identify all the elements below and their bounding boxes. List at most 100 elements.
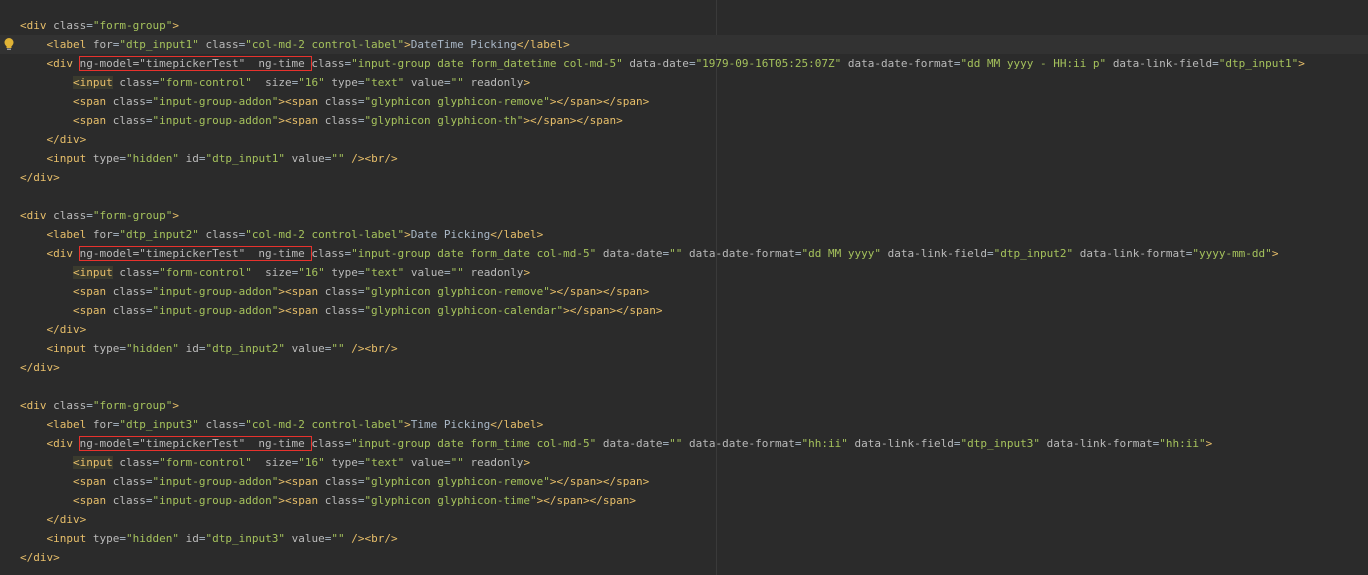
code-token: type	[92, 152, 120, 165]
code-token: class	[112, 475, 146, 488]
highlighted-attribute-box: ng-model="timepickerTest" ng-time	[78, 56, 313, 71]
lightbulb-icon[interactable]	[3, 37, 15, 52]
code-token: =	[953, 437, 961, 450]
code-token: type	[331, 266, 358, 279]
code-editor[interactable]: <div class="form-group"> <label for="dtp…	[0, 0, 1368, 575]
code-line[interactable]: <span class="input-group-addon"><span cl…	[0, 472, 1368, 491]
code-line-text: <span class="input-group-addon"><span cl…	[20, 111, 623, 130]
code-token: ""	[331, 342, 345, 355]
code-token: "input-group date form_time col-md-5"	[351, 437, 597, 450]
code-token: ></span></span>	[523, 114, 623, 127]
code-line-text: <input class="form-control" size="16" ty…	[20, 453, 530, 472]
code-line[interactable]: <div class="form-group">	[0, 206, 1368, 225]
code-line[interactable]: <span class="input-group-addon"><span cl…	[0, 92, 1368, 111]
code-line[interactable]: <input class="form-control" size="16" ty…	[0, 73, 1368, 92]
code-token: "16"	[298, 266, 325, 279]
code-line[interactable]: </div>	[0, 168, 1368, 187]
code-token: =	[794, 437, 802, 450]
code-token: "input-group-addon"	[152, 114, 279, 127]
code-token: <span	[72, 285, 113, 298]
code-token: </div>	[46, 133, 87, 146]
code-token: ></span></span>	[563, 304, 663, 317]
highlighted-attribute-box: ng-model="timepickerTest" ng-time	[78, 246, 313, 261]
code-line[interactable]: <label for="dtp_input1" class="col-md-2 …	[0, 35, 1368, 54]
code-line[interactable]: <input class="form-control" size="16" ty…	[0, 453, 1368, 472]
code-token: "dtp_input1"	[205, 152, 285, 165]
code-line[interactable]: <input type="hidden" id="dtp_input3" val…	[0, 529, 1368, 548]
code-token: <input	[46, 532, 93, 545]
code-line[interactable]: <div class="form-group">	[0, 396, 1368, 415]
code-token: "form-group"	[92, 19, 173, 32]
code-line[interactable]: <div ng-model="timepickerTest" ng-time c…	[0, 244, 1368, 263]
code-line[interactable]: <input class="form-control" size="16" ty…	[0, 263, 1368, 282]
code-line[interactable]: <input type="hidden" id="dtp_input2" val…	[0, 339, 1368, 358]
code-line-text: </div>	[20, 510, 87, 529]
code-line-text: <div class="form-group">	[20, 396, 179, 415]
code-token: </label>	[490, 418, 544, 431]
code-token: <span	[72, 95, 113, 108]
code-line[interactable]: <span class="input-group-addon"><span cl…	[0, 301, 1368, 320]
code-token: <span	[72, 494, 113, 507]
code-line[interactable]: </div>	[0, 320, 1368, 339]
code-token: >	[404, 228, 411, 241]
code-token: >	[172, 209, 179, 222]
code-token: </div>	[20, 551, 60, 564]
code-token: "hidden"	[125, 532, 179, 545]
code-token: data-date	[629, 57, 689, 70]
code-token: id	[185, 152, 199, 165]
code-line[interactable]: </div>	[0, 358, 1368, 377]
code-token: "form-control"	[159, 456, 252, 469]
code-line-text: <input class="form-control" size="16" ty…	[20, 263, 530, 282]
code-line[interactable]: <div class="form-group">	[0, 16, 1368, 35]
code-token: readonly	[470, 266, 524, 279]
code-token: "text"	[364, 266, 405, 279]
code-token: =	[86, 19, 93, 32]
code-token: "hidden"	[125, 152, 179, 165]
code-token: =	[119, 152, 126, 165]
code-token: "dd MM yyyy - HH:ii p"	[960, 57, 1107, 70]
code-line-text: <label for="dtp_input2" class="col-md-2 …	[20, 225, 544, 244]
code-token: <div	[46, 437, 80, 450]
code-token: "dtp_input2"	[205, 342, 285, 355]
code-line[interactable]: </div>	[0, 510, 1368, 529]
code-token: </div>	[46, 513, 87, 526]
code-line[interactable]: <input type="hidden" id="dtp_input1" val…	[0, 149, 1368, 168]
code-token: ""	[669, 437, 683, 450]
code-line[interactable]: <span class="input-group-addon"><span cl…	[0, 111, 1368, 130]
code-line[interactable]: <label for="dtp_input3" class="col-md-2 …	[0, 415, 1368, 434]
code-token: "glyphicon glyphicon-remove"	[364, 95, 550, 108]
code-line[interactable]	[0, 377, 1368, 396]
code-token: class	[324, 114, 358, 127]
code-line-text: <span class="input-group-addon"><span cl…	[20, 282, 649, 301]
code-token: </label>	[516, 38, 570, 51]
code-token: ""	[450, 266, 464, 279]
code-token: type	[92, 342, 120, 355]
code-token: class	[112, 114, 146, 127]
code-token: <span	[72, 475, 113, 488]
code-line[interactable]: </div>	[0, 130, 1368, 149]
code-line[interactable]: <span class="input-group-addon"><span cl…	[0, 491, 1368, 510]
code-line[interactable]	[0, 187, 1368, 206]
code-line[interactable]: <span class="input-group-addon"><span cl…	[0, 282, 1368, 301]
code-line-text: <input type="hidden" id="dtp_input1" val…	[20, 149, 398, 168]
code-line[interactable]: <label for="dtp_input2" class="col-md-2 …	[0, 225, 1368, 244]
code-token: ><span	[278, 494, 325, 507]
code-line[interactable]: <div ng-model="timepickerTest" ng-time c…	[0, 434, 1368, 453]
code-token: ""	[450, 76, 464, 89]
code-token: type	[331, 76, 358, 89]
code-line[interactable]: <div ng-model="timepickerTest" ng-time c…	[0, 54, 1368, 73]
code-line[interactable]: </div>	[0, 548, 1368, 567]
code-token: /><br/>	[351, 532, 398, 545]
code-token: size	[265, 266, 292, 279]
code-token: class	[112, 285, 146, 298]
